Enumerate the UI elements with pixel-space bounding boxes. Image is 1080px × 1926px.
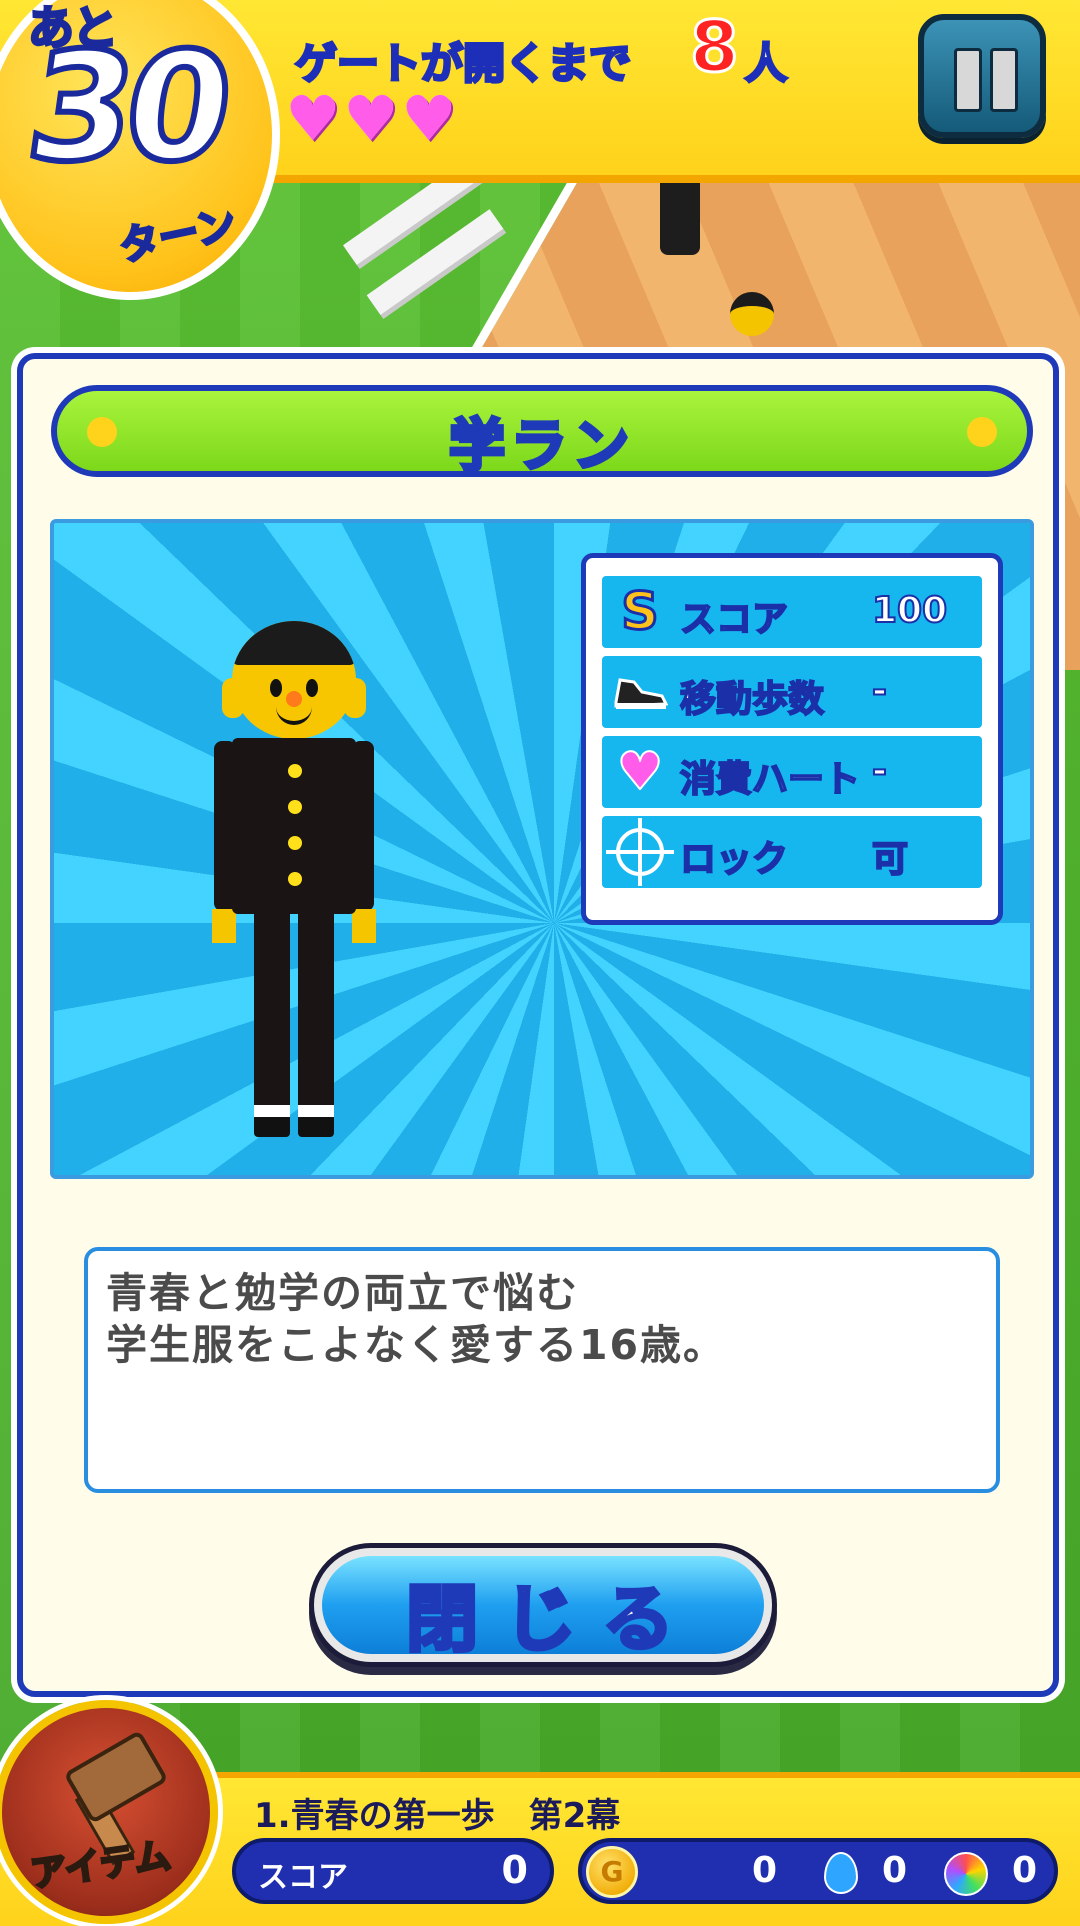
character-showcase: S スコア 100 移動歩数 - ♥ 消費ハート - ロック 可 (50, 519, 1034, 1179)
eye (306, 679, 318, 697)
turns-count: 30 (15, 18, 238, 198)
jacket-button (288, 836, 302, 850)
stat-row-score: S スコア 100 (602, 576, 982, 648)
jacket-button (288, 872, 302, 886)
rainbow-gem-icon (944, 1852, 988, 1896)
leg (254, 911, 290, 1121)
currency-display: G 0 0 0 (578, 1838, 1058, 1904)
hammer-icon (63, 1729, 169, 1825)
shoe (254, 1117, 290, 1137)
crosshair-icon (606, 818, 674, 886)
hand (352, 909, 376, 943)
score-s-icon: S (620, 581, 660, 644)
walking-student (660, 175, 700, 255)
hair (232, 621, 356, 665)
gakuran-student-figure (212, 613, 376, 1153)
stat-value: 100 (871, 589, 948, 632)
heart-icon: ♥ (343, 82, 399, 155)
stats-box: S スコア 100 移動歩数 - ♥ 消費ハート - ロック 可 (581, 553, 1003, 925)
jacket-button (288, 764, 302, 778)
mouth (276, 705, 312, 725)
item-button-label: アイテム (27, 1834, 175, 1897)
gem-count: 0 (1012, 1850, 1038, 1891)
hearts-meter: ♥ ♥ ♥ (285, 82, 459, 155)
turns-unit: ターン (114, 200, 242, 273)
stat-label: 消費ハート (679, 758, 861, 801)
stat-value: - (871, 669, 888, 712)
sneaker-icon (610, 662, 670, 722)
head (232, 621, 356, 739)
stat-row-heart-cost: ♥ 消費ハート - (602, 736, 982, 808)
coin-count: 0 (752, 1850, 778, 1891)
eye (270, 679, 282, 697)
gold-coin-icon: G (586, 1846, 638, 1898)
character-description: 青春と勉学の両立で悩む 学生服をこよなく愛する16歳。 (84, 1247, 1000, 1493)
shoe (298, 1117, 334, 1137)
hand (212, 909, 236, 943)
score-label: スコア (258, 1860, 348, 1895)
heart-icon: ♥ (616, 741, 665, 803)
item-button[interactable]: アイテム (0, 1700, 218, 1924)
dialog-title-bar: 学ラン (51, 385, 1033, 481)
stat-label: ロック (679, 838, 789, 881)
stat-value: - (871, 749, 888, 792)
water-drop-icon (824, 1852, 858, 1894)
student-head (730, 292, 774, 336)
stat-row-lock: ロック 可 (602, 816, 982, 888)
gate-count-unit: 人 (743, 38, 788, 90)
heart-icon: ♥ (285, 82, 341, 155)
stat-label: 移動歩数 (679, 678, 825, 721)
close-button[interactable]: 閉じる (309, 1543, 777, 1667)
uniform-jacket (232, 738, 356, 914)
drop-count: 0 (882, 1850, 908, 1891)
score-value: 0 (501, 1848, 528, 1892)
heart-icon: ♥ (401, 82, 457, 155)
description-line: 青春と勉学の両立で悩む (106, 1269, 579, 1317)
pause-button[interactable] (918, 14, 1046, 138)
sock (254, 1105, 290, 1117)
stage-title: 1.青春の第一歩 第2幕 (254, 1796, 621, 1836)
leg (298, 911, 334, 1121)
character-info-dialog: 学ラン S スコア 100 移動歩数 - ♥ 消費ハート - ロック 可 青春と… (17, 353, 1059, 1697)
sock (298, 1105, 334, 1117)
stat-row-move-steps: 移動歩数 - (602, 656, 982, 728)
jacket-button (288, 800, 302, 814)
gate-remaining-count: 8 (689, 6, 741, 88)
stat-label: スコア (679, 598, 789, 641)
character-name: 学ラン (447, 412, 635, 481)
score-display: スコア 0 (232, 1838, 554, 1904)
description-line: 学生服をこよなく愛する16歳。 (106, 1321, 727, 1369)
stat-value: 可 (871, 838, 909, 881)
close-button-label: 閉じる (404, 1575, 700, 1663)
